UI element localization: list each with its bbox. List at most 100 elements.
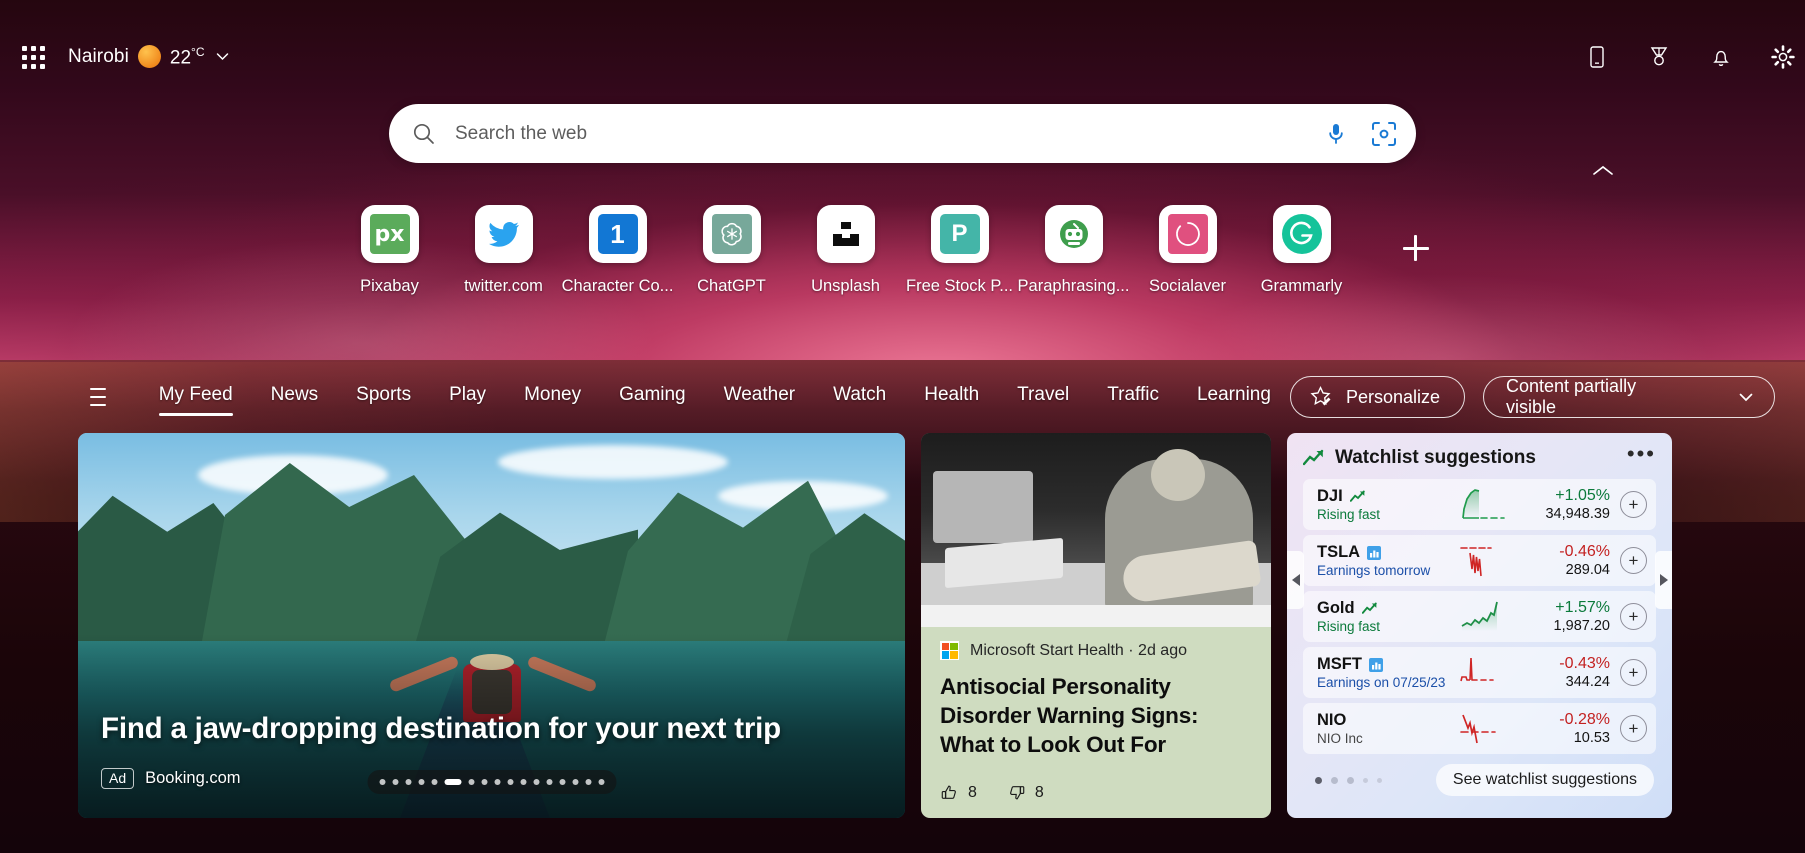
shortcut-tile: 1 [588,205,647,263]
tab-watch[interactable]: Watch [814,382,905,412]
search-icon [411,121,437,147]
watchlist-row-tsla[interactable]: TSLA Earnings tomorrow -0.46% 289.04 + [1303,535,1656,586]
add-to-watchlist-icon[interactable]: + [1620,715,1647,742]
tab-news[interactable]: News [252,382,338,412]
chevron-up-icon[interactable] [1585,158,1621,184]
shortcut-pixabay[interactable]: px Pixabay [333,205,447,296]
row-change: -0.46% [1559,543,1610,560]
add-to-watchlist-icon[interactable]: + [1620,547,1647,574]
row-subtitle: Rising fast [1317,619,1381,634]
tab-learning[interactable]: Learning [1178,382,1290,412]
carousel-prev-icon[interactable] [1287,551,1304,609]
mobile-phone-icon[interactable] [1583,43,1611,71]
news-headline[interactable]: Antisocial Personality Disorder Warning … [940,672,1252,759]
tab-travel[interactable]: Travel [998,382,1088,412]
watchlist-card: Watchlist suggestions ••• DJI Rising fas… [1287,433,1672,818]
news-card[interactable]: Microsoft Start Health · 2d ago Antisoci… [921,433,1271,818]
shortcut-character-counter[interactable]: 1 Character Co... [561,205,675,296]
trending-up-icon [1349,490,1366,503]
watchlist-row-gold[interactable]: Gold Rising fast +1.57% 1,987.20 + [1303,591,1656,642]
news-thumbnail [921,433,1271,627]
row-identity: Gold Rising fast [1317,599,1459,634]
settings-gear-icon[interactable] [1769,43,1797,71]
shortcut-label: ChatGPT [697,277,766,295]
shortcut-tile [1158,205,1217,263]
add-to-watchlist-icon[interactable]: + [1620,659,1647,686]
shortcut-paraphrasing-tool[interactable]: Paraphrasing... [1017,205,1131,296]
ad-badge: Ad [101,768,135,789]
chevron-down-icon[interactable] [214,48,231,65]
weather-widget[interactable]: Nairobi 22°C [68,45,231,69]
app-launcher-icon[interactable] [12,36,54,78]
hero-footer: Ad Booking.com [101,768,241,789]
watchlist-title: Watchlist suggestions [1335,447,1536,468]
shortcut-label: Character Co... [561,277,674,295]
shortcut-chatgpt[interactable]: ChatGPT [675,205,789,296]
advertiser-name[interactable]: Booking.com [145,769,240,788]
chevron-down-icon [1736,387,1756,407]
hero-ad-card[interactable]: Find a jaw-dropping destination for your… [78,433,905,818]
shortcut-unsplash[interactable]: Unsplash [789,205,903,296]
search-input[interactable] [455,122,1324,145]
sparkline-nio [1460,714,1496,743]
shortcut-tile [1044,205,1103,263]
row-identity: TSLA Earnings tomorrow [1317,543,1459,578]
tab-play[interactable]: Play [430,382,505,412]
content-visibility-select[interactable]: Content partially visible [1483,376,1775,418]
search-area [0,104,1805,163]
rewards-medal-icon[interactable] [1645,43,1673,71]
thumbs-down-button[interactable]: 8 [1007,783,1044,802]
star-pencil-icon [1309,385,1333,409]
hamburger-menu-icon[interactable] [90,388,106,406]
carousel-next-icon[interactable] [1655,551,1672,609]
shortcut-grammarly[interactable]: Grammarly [1245,205,1359,296]
search-bar[interactable] [389,104,1416,163]
hero-carousel-pager[interactable] [367,770,616,794]
notification-bell-icon[interactable] [1707,43,1735,71]
shortcut-tile: px [360,205,419,263]
add-to-watchlist-icon[interactable]: + [1620,491,1647,518]
microphone-icon[interactable] [1324,121,1348,147]
row-values: -0.43% 344.24 [1559,655,1620,690]
hero-title: Find a jaw-dropping destination for your… [101,712,781,745]
personalize-label: Personalize [1345,386,1440,407]
hero-scrim [78,433,905,818]
watchlist-rows: DJI Rising fast +1.05% 34,948.39 + TSLA … [1303,479,1656,754]
row-identity: DJI Rising fast [1317,487,1459,522]
watchlist-row-nio[interactable]: NIO NIO Inc -0.28% 10.53 + [1303,703,1656,754]
watchlist-footer: See watchlist suggestions [1303,764,1656,796]
shortcut-socialaver[interactable]: Socialaver [1131,205,1245,296]
row-symbol: NIO [1317,711,1459,730]
watchlist-row-msft[interactable]: MSFT Earnings on 07/25/23 -0.43% 344.24 … [1303,647,1656,698]
tab-weather[interactable]: Weather [705,382,814,412]
personalize-button[interactable]: Personalize [1289,376,1465,418]
row-price: 10.53 [1573,730,1610,746]
shortcut-free-stock-photos[interactable]: P Free Stock P... [903,205,1017,296]
add-shortcut-icon[interactable] [1359,219,1473,277]
shortcut-tile [816,205,875,263]
row-change: -0.28% [1559,711,1610,728]
tab-money[interactable]: Money [505,382,600,412]
tab-gaming[interactable]: Gaming [600,382,705,412]
shortcut-label: Pixabay [360,277,419,295]
microsoft-logo-icon [940,641,959,660]
watchlist-row-dji[interactable]: DJI Rising fast +1.05% 34,948.39 + [1303,479,1656,530]
add-to-watchlist-icon[interactable]: + [1620,603,1647,630]
pixabay-icon: px [369,214,410,254]
tab-my-feed[interactable]: My Feed [140,382,252,416]
sun-icon [137,45,161,69]
shortcut-tile: P [930,205,989,263]
see-watchlist-suggestions-button[interactable]: See watchlist suggestions [1435,764,1654,796]
watchlist-pager[interactable] [1305,776,1382,784]
tab-health[interactable]: Health [905,382,998,412]
robot-head-icon [1055,215,1093,253]
tab-traffic[interactable]: Traffic [1088,382,1178,412]
more-options-icon[interactable]: ••• [1627,443,1656,467]
earnings-chart-icon [1368,657,1383,672]
visual-search-icon[interactable] [1370,120,1398,148]
shortcut-twitter[interactable]: twitter.com [447,205,561,296]
number-one-icon: 1 [597,214,638,254]
news-source: Microsoft Start Health · 2d ago [970,641,1187,659]
tab-sports[interactable]: Sports [337,382,430,412]
thumbs-up-button[interactable]: 8 [940,783,977,802]
